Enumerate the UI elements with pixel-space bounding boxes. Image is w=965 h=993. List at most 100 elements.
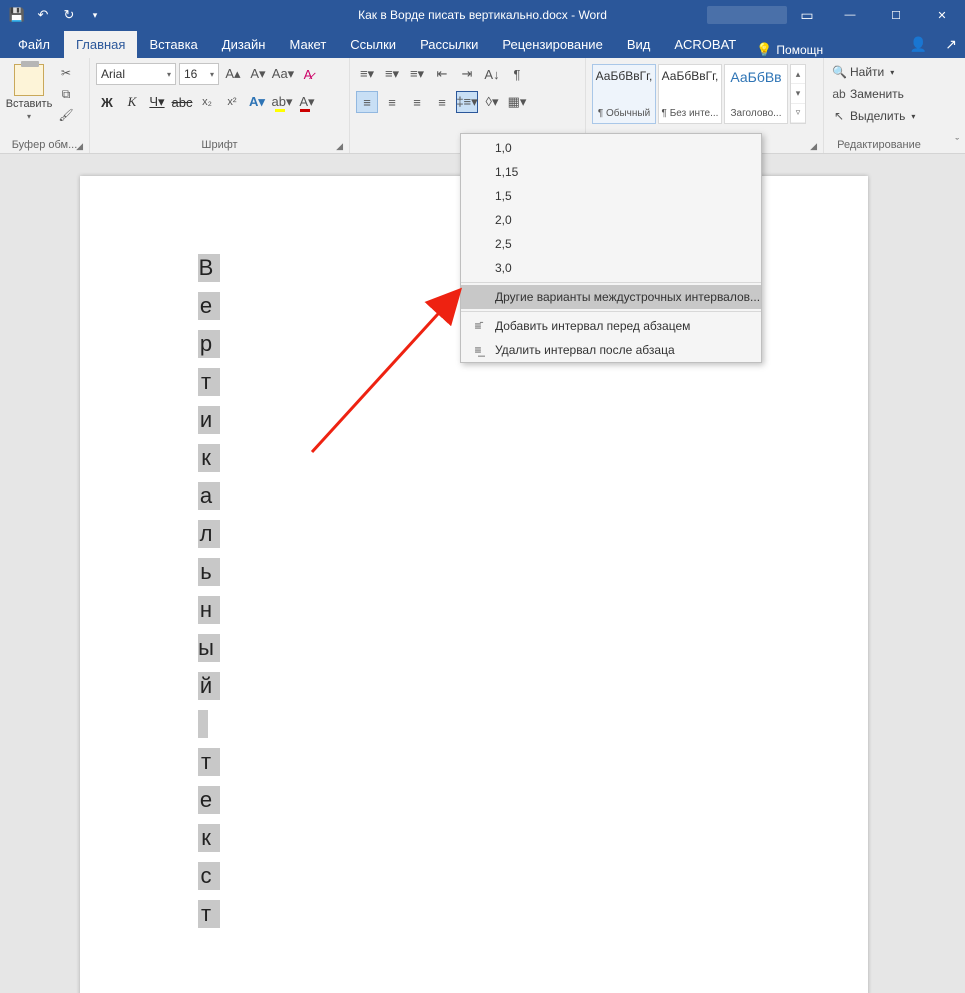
- replace-button[interactable]: abЗаменить: [830, 84, 928, 104]
- style-no-spacing[interactable]: АаБбВвГг, ¶ Без инте...: [658, 64, 722, 124]
- styles-up-icon[interactable]: ▴: [791, 65, 805, 84]
- char: р: [198, 330, 214, 358]
- borders-button[interactable]: ▦▾: [506, 91, 528, 113]
- style-normal[interactable]: АаБбВвГг, ¶ Обычный: [592, 64, 656, 124]
- tab-view[interactable]: Вид: [615, 31, 663, 58]
- font-name-combo[interactable]: Arial▾: [96, 63, 176, 85]
- grow-font-button[interactable]: A▴: [222, 63, 244, 85]
- char: В: [198, 254, 214, 282]
- italic-button[interactable]: К: [121, 91, 143, 113]
- ls-option-3[interactable]: 1,5: [461, 184, 761, 208]
- styles-dialog-launcher[interactable]: ◢: [810, 141, 817, 152]
- tell-me[interactable]: 💡 Помощн: [748, 42, 831, 58]
- sort-button[interactable]: A↓: [481, 63, 503, 85]
- clear-formatting-button[interactable]: A̷: [297, 63, 319, 85]
- font-dialog-launcher[interactable]: ◢: [336, 141, 343, 152]
- style-heading1[interactable]: АаБбВв Заголово...: [724, 64, 788, 124]
- align-left-button[interactable]: ≡: [356, 91, 378, 113]
- group-label-clipboard: Буфер обм... ◢: [6, 139, 83, 153]
- group-label-editing: Редактирование: [830, 139, 928, 153]
- clipboard-dialog-launcher[interactable]: ◢: [76, 141, 83, 152]
- char: а: [198, 482, 214, 510]
- ls-more-options[interactable]: Другие варианты междустрочных интервалов…: [461, 285, 761, 309]
- quick-access-toolbar: 💾 ↶ ↻ ▾: [0, 4, 106, 26]
- char: т: [198, 368, 214, 396]
- cut-button[interactable]: ✂: [56, 64, 76, 82]
- paste-button[interactable]: Вставить ▾: [6, 60, 52, 124]
- align-center-button[interactable]: ≡: [381, 91, 403, 113]
- account-icon[interactable]: 👤: [910, 36, 927, 53]
- share-icon[interactable]: ↗: [945, 36, 957, 53]
- underline-button[interactable]: Ч▾: [146, 91, 168, 113]
- tell-me-label: Помощн: [776, 43, 823, 57]
- char: е: [198, 292, 214, 320]
- tab-home[interactable]: Главная: [64, 31, 137, 58]
- tab-references[interactable]: Ссылки: [338, 31, 408, 58]
- shrink-font-button[interactable]: A▾: [247, 63, 269, 85]
- undo-button[interactable]: ↶: [32, 4, 54, 26]
- show-marks-button[interactable]: ¶: [506, 63, 528, 85]
- tab-acrobat[interactable]: ACROBAT: [662, 31, 748, 58]
- shading-button[interactable]: ◊▾: [481, 91, 503, 113]
- styles-scroll[interactable]: ▴ ▾ ▿: [790, 64, 806, 124]
- ls-add-before[interactable]: ≡̄Добавить интервал перед абзацем: [461, 314, 761, 338]
- tab-review[interactable]: Рецензирование: [490, 31, 614, 58]
- user-badge[interactable]: [707, 6, 787, 24]
- search-icon: 🔍: [832, 65, 846, 79]
- align-right-button[interactable]: ≡: [406, 91, 428, 113]
- line-spacing-menu: 1,0 1,15 1,5 2,0 2,5 3,0 Другие варианты…: [460, 133, 762, 363]
- close-button[interactable]: ✕: [919, 0, 965, 30]
- format-painter-button[interactable]: 🖌: [56, 106, 76, 124]
- ls-remove-after[interactable]: ≡̲Удалить интервал после абзаца: [461, 338, 761, 362]
- char: л: [198, 520, 214, 548]
- justify-button[interactable]: ≡: [431, 91, 453, 113]
- ls-option-2[interactable]: 1,15: [461, 160, 761, 184]
- superscript-button[interactable]: x²: [221, 91, 243, 113]
- change-case-button[interactable]: Aa▾: [272, 63, 294, 85]
- highlight-button[interactable]: ab▾: [271, 91, 293, 113]
- char: ы: [198, 634, 214, 662]
- numbering-button[interactable]: ≡▾: [381, 63, 403, 85]
- select-button[interactable]: ↖Выделить▾: [830, 106, 928, 126]
- find-button[interactable]: 🔍Найти▾: [830, 62, 928, 82]
- tab-insert[interactable]: Вставка: [137, 31, 209, 58]
- title-bar: 💾 ↶ ↻ ▾ Как в Ворде писать вертикально.d…: [0, 0, 965, 30]
- tab-design[interactable]: Дизайн: [210, 31, 278, 58]
- char: т: [198, 748, 214, 776]
- ls-option-6[interactable]: 3,0: [461, 256, 761, 280]
- styles-down-icon[interactable]: ▾: [791, 84, 805, 103]
- replace-icon: ab: [832, 87, 846, 101]
- paste-label: Вставить: [6, 98, 53, 110]
- increase-indent-button[interactable]: ⇥: [456, 63, 478, 85]
- minimize-button[interactable]: —: [827, 0, 873, 30]
- ls-option-4[interactable]: 2,0: [461, 208, 761, 232]
- group-editing: 🔍Найти▾ abЗаменить ↖Выделить▾ Редактиров…: [824, 58, 934, 153]
- maximize-button[interactable]: ☐: [873, 0, 919, 30]
- multilevel-button[interactable]: ≡▾: [406, 63, 428, 85]
- save-button[interactable]: 💾: [6, 4, 28, 26]
- decrease-indent-button[interactable]: ⇤: [431, 63, 453, 85]
- copy-button[interactable]: ⧉: [56, 85, 76, 103]
- tab-layout[interactable]: Макет: [277, 31, 338, 58]
- strikethrough-button[interactable]: abc: [171, 91, 193, 113]
- subscript-button[interactable]: x₂: [196, 91, 218, 113]
- ls-option-1[interactable]: 1,0: [461, 136, 761, 160]
- collapse-ribbon-button[interactable]: ˇ: [955, 137, 959, 149]
- ls-separator-2: [461, 311, 761, 312]
- ls-option-5[interactable]: 2,5: [461, 232, 761, 256]
- tab-file[interactable]: Файл: [4, 31, 64, 58]
- ribbon-display-options[interactable]: ▭: [787, 0, 827, 30]
- char: й: [198, 672, 214, 700]
- ribbon-tabs: Файл Главная Вставка Дизайн Макет Ссылки…: [0, 30, 965, 58]
- bullets-button[interactable]: ≡▾: [356, 63, 378, 85]
- font-color-button[interactable]: A▾: [296, 91, 318, 113]
- line-spacing-button[interactable]: ‡≡▾: [456, 91, 478, 113]
- group-label-font: Шрифт ◢: [96, 139, 343, 153]
- font-size-combo[interactable]: 16▾: [179, 63, 219, 85]
- bold-button[interactable]: Ж: [96, 91, 118, 113]
- styles-more-icon[interactable]: ▿: [791, 104, 805, 123]
- redo-button[interactable]: ↻: [58, 4, 80, 26]
- text-effects-button[interactable]: A▾: [246, 91, 268, 113]
- tab-mailings[interactable]: Рассылки: [408, 31, 490, 58]
- qat-customize[interactable]: ▾: [84, 4, 106, 26]
